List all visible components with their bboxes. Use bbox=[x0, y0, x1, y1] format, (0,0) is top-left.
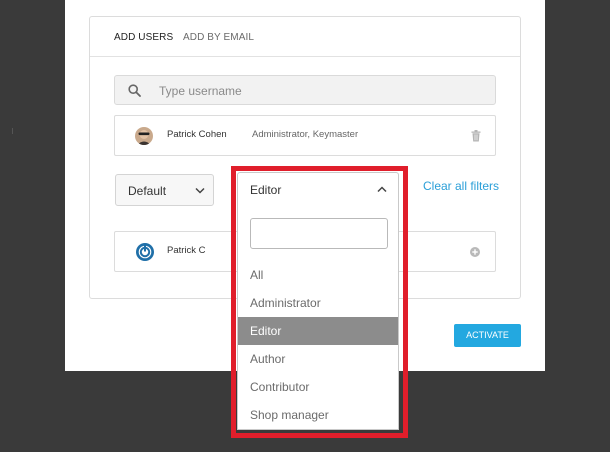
username-search-field[interactable]: Type username bbox=[114, 75, 496, 105]
user-name: Patrick C bbox=[167, 245, 206, 256]
tab-add-by-email[interactable]: ADD BY EMAIL bbox=[183, 32, 254, 43]
role-filter-value: Editor bbox=[250, 183, 282, 197]
option-author[interactable]: Author bbox=[238, 345, 398, 373]
chevron-up-icon bbox=[377, 186, 387, 193]
tab-add-users[interactable]: ADD USERS bbox=[114, 32, 173, 43]
option-contributor[interactable]: Contributor bbox=[238, 373, 398, 401]
option-administrator[interactable]: Administrator bbox=[238, 289, 398, 317]
search-icon bbox=[128, 84, 141, 97]
clear-all-filters-link[interactable]: Clear all filters bbox=[423, 179, 499, 193]
option-all[interactable]: All bbox=[238, 261, 398, 289]
option-editor[interactable]: Editor bbox=[238, 317, 398, 345]
default-filter-select[interactable]: Default bbox=[115, 174, 214, 206]
search-placeholder: Type username bbox=[159, 84, 242, 98]
user-name: Patrick Cohen bbox=[167, 129, 227, 140]
dropdown-search-input[interactable] bbox=[250, 218, 388, 249]
selected-user-row: Patrick Cohen Administrator, Keymaster bbox=[114, 115, 496, 156]
avatar bbox=[135, 242, 155, 262]
default-filter-value: Default bbox=[128, 184, 167, 198]
role-filter-select[interactable]: Editor bbox=[237, 172, 399, 206]
add-user-icon[interactable] bbox=[470, 247, 480, 257]
activate-button[interactable]: ACTIVATE bbox=[454, 324, 521, 347]
role-dropdown-panel: All Administrator Editor Author Contribu… bbox=[237, 205, 399, 430]
trash-icon[interactable] bbox=[471, 130, 481, 142]
option-shop-manager[interactable]: Shop manager bbox=[238, 401, 398, 429]
tab-bar: ADD USERS ADD BY EMAIL bbox=[90, 17, 520, 57]
user-roles: Administrator, Keymaster bbox=[252, 129, 359, 140]
avatar bbox=[135, 127, 153, 145]
chevron-down-icon bbox=[195, 187, 205, 194]
background-mark bbox=[12, 128, 13, 134]
